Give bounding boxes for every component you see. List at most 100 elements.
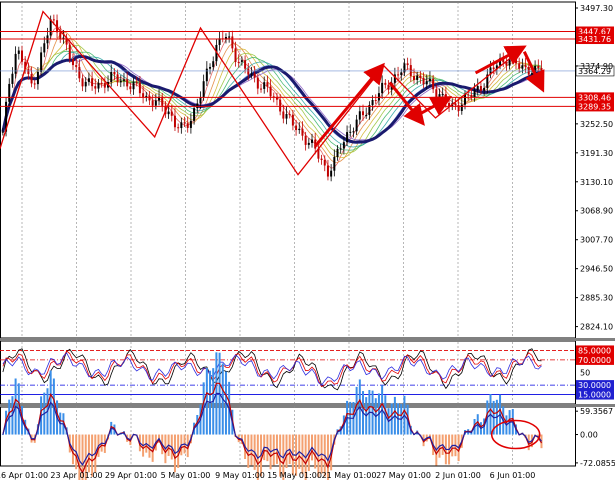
candle-body[interactable]	[422, 78, 425, 85]
candle-body[interactable]	[432, 78, 435, 90]
candle-body[interactable]	[228, 36, 231, 38]
candle-body[interactable]	[342, 142, 345, 149]
candle-body[interactable]	[59, 32, 62, 40]
candle-body[interactable]	[167, 111, 170, 115]
candle-body[interactable]	[288, 114, 291, 116]
candle-body[interactable]	[33, 83, 36, 85]
candle-body[interactable]	[260, 88, 263, 90]
candle-body[interactable]	[320, 158, 323, 160]
candle-body[interactable]	[374, 100, 377, 102]
candle-body[interactable]	[71, 59, 74, 66]
candle-body[interactable]	[100, 82, 103, 84]
candle-body[interactable]	[17, 50, 20, 54]
macd-panel[interactable]: 59.3567 0.00 -72.0855	[1, 352, 615, 480]
candle-body[interactable]	[266, 82, 269, 87]
candle-body[interactable]	[400, 72, 403, 75]
candle-body[interactable]	[298, 128, 301, 131]
candle-body[interactable]	[349, 131, 352, 133]
candle-body[interactable]	[231, 36, 234, 49]
candle-body[interactable]	[129, 86, 132, 90]
candle-body[interactable]	[154, 100, 157, 106]
candle-body[interactable]	[122, 79, 125, 81]
candle-body[interactable]	[333, 157, 336, 171]
candle-body[interactable]	[212, 61, 215, 68]
candle-body[interactable]	[234, 48, 237, 62]
candle-body[interactable]	[454, 103, 457, 106]
rsi-slow-line[interactable]	[2, 352, 542, 386]
candle-body[interactable]	[479, 86, 482, 91]
candle-body[interactable]	[358, 111, 361, 120]
candle-body[interactable]	[205, 68, 208, 82]
candle-body[interactable]	[91, 78, 94, 87]
candle-body[interactable]	[524, 65, 527, 67]
candle-body[interactable]	[186, 123, 189, 128]
candle-body[interactable]	[381, 82, 384, 94]
candle-body[interactable]	[275, 97, 278, 100]
candle-body[interactable]	[483, 87, 486, 91]
candle-body[interactable]	[202, 81, 205, 98]
candle-body[interactable]	[492, 67, 495, 70]
chart-canvas[interactable]: 3447.673431.763308.463289.353364.29 85.0…	[0, 0, 615, 480]
candle-body[interactable]	[193, 108, 196, 121]
candle-body[interactable]	[323, 159, 326, 166]
candle-body[interactable]	[27, 69, 30, 75]
candle-body[interactable]	[253, 73, 256, 78]
candle-body[interactable]	[419, 75, 422, 79]
candle-body[interactable]	[330, 170, 333, 177]
candle-body[interactable]	[177, 127, 180, 129]
candle-body[interactable]	[81, 78, 84, 87]
candle-body[interactable]	[126, 79, 129, 87]
candle-body[interactable]	[409, 65, 412, 77]
candle-body[interactable]	[371, 100, 374, 106]
candle-body[interactable]	[387, 84, 390, 90]
candle-body[interactable]	[540, 68, 543, 76]
candle-body[interactable]	[148, 95, 151, 101]
candle-body[interactable]	[282, 111, 285, 119]
candle-body[interactable]	[470, 94, 473, 98]
candle-body[interactable]	[508, 59, 511, 66]
rsi-fast-line[interactable]	[2, 348, 542, 391]
candle-body[interactable]	[116, 74, 119, 83]
candle-body[interactable]	[397, 74, 400, 76]
candle-body[interactable]	[183, 122, 186, 124]
candle-body[interactable]	[307, 142, 310, 145]
candle-body[interactable]	[43, 43, 46, 53]
candle-body[interactable]	[521, 65, 524, 69]
candle-body[interactable]	[8, 83, 11, 102]
candle-body[interactable]	[285, 114, 288, 119]
candle-body[interactable]	[11, 73, 14, 84]
candle-body[interactable]	[425, 81, 428, 85]
macd-line[interactable]	[2, 382, 543, 474]
candle-body[interactable]	[428, 78, 431, 82]
candle-body[interactable]	[377, 93, 380, 101]
zigzag-lines[interactable]	[0, 10, 522, 176]
candle-body[interactable]	[170, 111, 173, 116]
candle-body[interactable]	[355, 119, 358, 132]
candle-body[interactable]	[84, 81, 87, 87]
candle-body[interactable]	[209, 67, 212, 69]
candle-body[interactable]	[30, 74, 33, 84]
candle-body[interactable]	[365, 115, 368, 117]
candle-body[interactable]	[189, 120, 192, 128]
candle-body[interactable]	[20, 50, 23, 62]
candle-body[interactable]	[295, 125, 298, 131]
candle-body[interactable]	[132, 82, 135, 90]
candle-body[interactable]	[416, 75, 419, 80]
candle-body[interactable]	[87, 78, 90, 82]
candle-body[interactable]	[103, 82, 106, 88]
candle-body[interactable]	[476, 86, 479, 90]
candle-body[interactable]	[336, 148, 339, 158]
candle-body[interactable]	[384, 82, 387, 85]
candle-body[interactable]	[291, 114, 294, 126]
candle-body[interactable]	[435, 89, 438, 98]
candle-body[interactable]	[113, 72, 116, 75]
candle-body[interactable]	[326, 165, 329, 177]
candle-body[interactable]	[94, 86, 97, 89]
candle-body[interactable]	[244, 60, 247, 69]
candle-body[interactable]	[97, 82, 100, 89]
candle-body[interactable]	[161, 96, 164, 106]
candle-body[interactable]	[1, 131, 4, 133]
candle-body[interactable]	[119, 80, 122, 83]
candle-body[interactable]	[537, 66, 540, 69]
candle-body[interactable]	[406, 63, 409, 66]
